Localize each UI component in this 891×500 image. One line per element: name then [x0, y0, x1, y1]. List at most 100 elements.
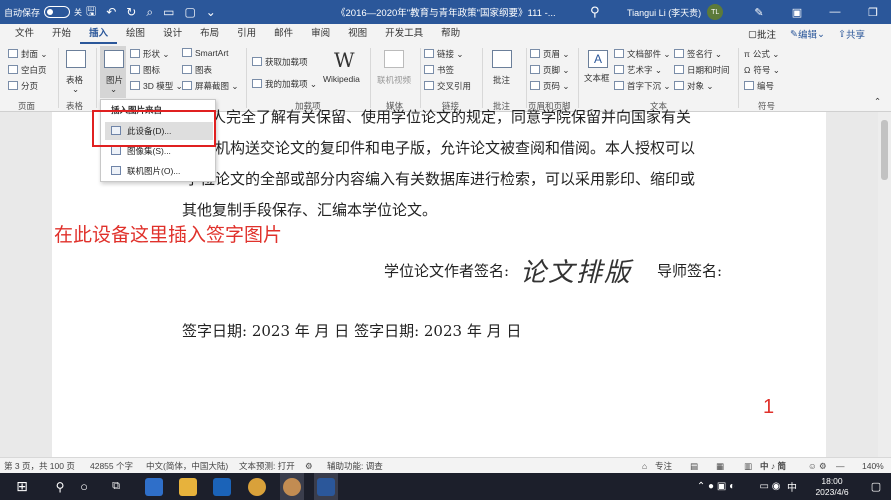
shapes-button[interactable]: 形状 ⌄ [130, 48, 170, 60]
tab-layout[interactable]: 布局 [191, 24, 228, 44]
minimize-button[interactable]: — [816, 6, 854, 18]
cover-page-button[interactable]: 封面 ⌄ [8, 48, 48, 60]
chrome-icon[interactable] [247, 473, 267, 500]
cross-reference-icon [424, 81, 434, 90]
blank-page-button[interactable]: 空白页 [8, 64, 47, 76]
cross-reference-button[interactable]: 交叉引用 [424, 80, 471, 92]
my-addins-button[interactable]: 我的加载项 ⌄ [252, 78, 317, 90]
redo-icon[interactable]: ↻ [126, 5, 136, 19]
zoom-level[interactable]: 140% [862, 458, 884, 474]
tab-insert[interactable]: 插入 [80, 24, 118, 44]
word-count[interactable]: 42855 个字 [90, 458, 133, 474]
pen-icon[interactable]: ✎ [740, 6, 778, 19]
system-tray-icons[interactable]: ⌃ ● ▣ ◐ [686, 473, 746, 500]
dropcap-button[interactable]: 首字下沉 ⌄ [614, 80, 671, 92]
autosave-toggle[interactable] [44, 6, 71, 18]
read-mode-icon[interactable]: ▤ [690, 458, 698, 474]
autosave[interactable]: 自动保存 关 [4, 0, 82, 24]
doc-parts-button[interactable]: 文档部件 ⌄ [614, 48, 671, 60]
text-prediction[interactable]: 文本预测: 打开 [239, 458, 295, 474]
zoom-slider[interactable]: — [836, 458, 845, 474]
get-addins-button[interactable]: 获取加载项 [252, 56, 308, 68]
tab-home[interactable]: 开始 [43, 24, 80, 44]
tab-design[interactable]: 设计 [154, 24, 191, 44]
search-icon[interactable]: ⚲ [590, 0, 600, 24]
object-button[interactable]: 对象 ⌄ [674, 80, 714, 92]
page-count[interactable]: 第 3 页，共 100 页 [4, 458, 75, 474]
page-break-button[interactable]: 分页 [8, 80, 38, 92]
table-chevron-icon[interactable]: ⌄ [72, 84, 79, 95]
focus-mode[interactable]: 专注 [655, 458, 672, 474]
textbox-icon[interactable]: A [588, 50, 608, 68]
web-layout-icon[interactable]: ▥ [744, 458, 752, 474]
online-pictures-icon [111, 166, 121, 175]
save-icon[interactable]: 🖫 [86, 2, 96, 23]
undo-icon[interactable]: ↶ [106, 5, 116, 19]
ribbon-display-icon[interactable]: ▣ [778, 6, 816, 19]
open-folder-icon[interactable]: ▭ [163, 5, 174, 19]
date-time-button[interactable]: 日期和时间 [674, 64, 730, 76]
wordart-button[interactable]: 艺术字 ⌄ [614, 64, 662, 76]
3d-model-button[interactable]: 3D 模型 ⌄ [130, 80, 183, 92]
tab-help[interactable]: 帮助 [432, 24, 469, 44]
language[interactable]: 中文(简体，中国大陆) [146, 458, 228, 474]
share-button[interactable]: ⇪ 共享 [838, 24, 865, 44]
clock[interactable]: 18:00 2023/4/6 [804, 473, 860, 500]
screenshot-button[interactable]: 屏幕截图 ⌄ [182, 80, 239, 92]
ime-toolbar[interactable]: 中 ♪ 简 [760, 458, 786, 474]
quick-access-more-icon[interactable]: ⌄ [206, 5, 216, 19]
symbol-button[interactable]: Ω 符号 ⌄ [744, 64, 780, 76]
scrollbar-thumb[interactable] [881, 120, 888, 180]
wikipedia-label[interactable]: Wikipedia [323, 74, 360, 84]
outlook-icon[interactable] [212, 473, 232, 500]
user-account[interactable]: Tiangui Li (李天贵) TL [627, 0, 724, 24]
tab-draw[interactable]: 绘图 [117, 24, 154, 44]
collapse-ribbon-icon[interactable]: ⌃ [874, 96, 881, 107]
menu-item-online-pictures[interactable]: 联机图片(O)... [105, 162, 213, 180]
bookmark-button[interactable]: 书签 [424, 64, 454, 76]
task-view-icon[interactable]: ⧉ [104, 473, 128, 500]
link-button[interactable]: 链接 ⌄ [424, 48, 464, 60]
print-layout-icon[interactable]: ▦ [716, 458, 724, 474]
signature-image[interactable]: 论文排版 [520, 252, 632, 289]
tab-review[interactable]: 审阅 [302, 24, 339, 44]
header-button[interactable]: 页眉 ⌄ [530, 48, 570, 60]
find-icon[interactable]: ⌕ [146, 5, 153, 20]
avatar[interactable]: TL [707, 4, 724, 20]
icons-button[interactable]: 图标 [130, 64, 160, 76]
chart-button[interactable]: 图表 [182, 64, 212, 76]
ime-indicator[interactable]: 中 [785, 473, 799, 500]
page-number-button[interactable]: 页码 ⌄ [530, 80, 570, 92]
calculator-app-icon[interactable] [144, 473, 164, 500]
windows-start-icon[interactable]: ⊞ [10, 473, 34, 500]
footer-button[interactable]: 页脚 ⌄ [530, 64, 570, 76]
accessibility[interactable]: 辅助功能: 调查 [327, 458, 383, 474]
notification-icon[interactable]: ▢ [866, 473, 886, 500]
table-icon[interactable] [66, 50, 86, 68]
file-explorer-icon[interactable] [178, 473, 198, 500]
cortana-icon[interactable]: ○ [72, 473, 96, 500]
print-preview-icon[interactable]: ▢ [184, 5, 195, 19]
tab-view[interactable]: 视图 [339, 24, 376, 44]
page-number-label: 页码 [543, 81, 561, 91]
restore-button[interactable]: ❐ [854, 6, 891, 19]
signature-line-button[interactable]: 签名行 ⌄ [674, 48, 722, 60]
numbering-button[interactable]: 编号 [744, 80, 774, 92]
tab-developer[interactable]: 开发工具 [376, 24, 432, 44]
tab-file[interactable]: 文件 [6, 24, 43, 44]
editing-button[interactable]: ✎ 编辑 ⌄ [790, 24, 825, 44]
word-app-icon[interactable] [314, 473, 338, 500]
wikipedia-icon[interactable]: W [334, 48, 355, 72]
smartart-button[interactable]: SmartArt [182, 48, 229, 58]
tab-references[interactable]: 引用 [228, 24, 265, 44]
browser-app-icon[interactable] [280, 473, 304, 500]
signature-line-icon [674, 49, 684, 58]
search-icon[interactable]: ⚲ [48, 473, 72, 500]
equation-button[interactable]: π 公式 ⌄ [744, 48, 779, 60]
new-comment-icon[interactable] [492, 50, 512, 68]
textbox-label[interactable]: 文本框 [584, 72, 610, 84]
ime-settings-icon[interactable]: ☺ ⚙ [808, 458, 827, 474]
new-comment-label[interactable]: 批注 [493, 74, 510, 86]
comments-button[interactable]: ▢ 批注 [748, 24, 776, 44]
tab-mailings[interactable]: 邮件 [265, 24, 302, 44]
